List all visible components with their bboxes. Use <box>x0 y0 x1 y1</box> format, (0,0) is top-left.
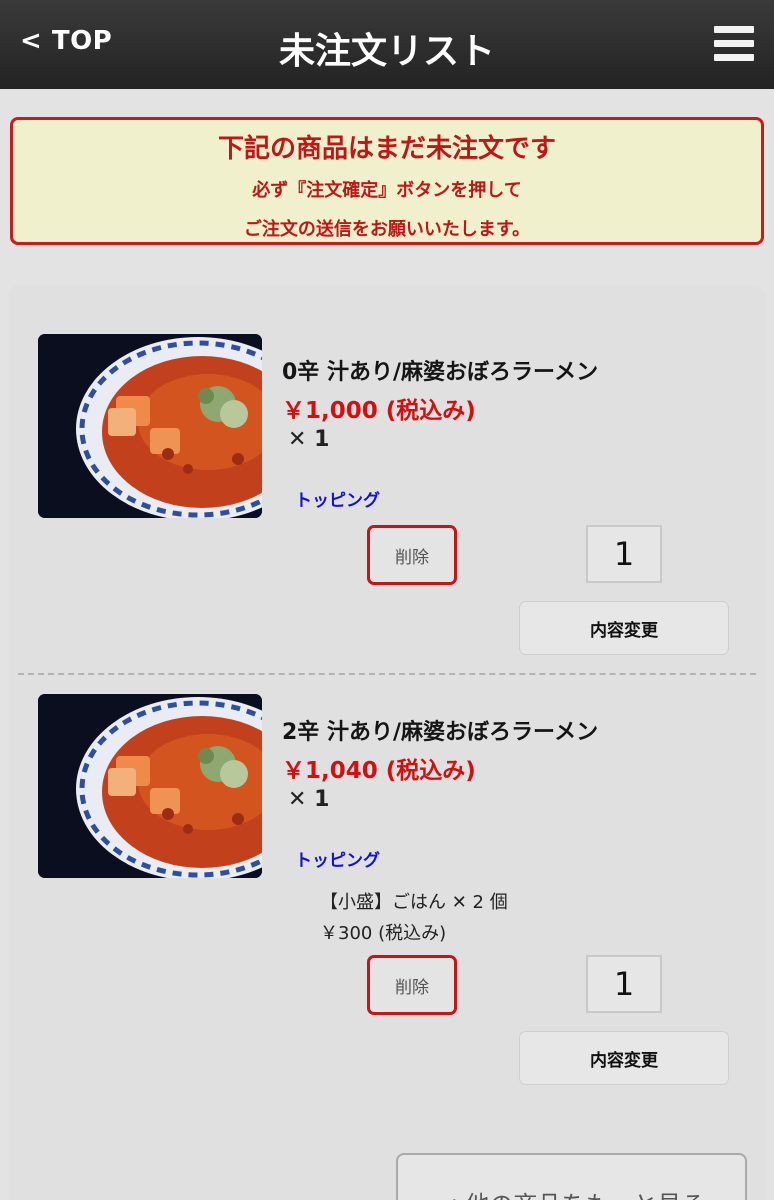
item-quantity-text: ✕ 1 <box>288 427 330 452</box>
topping-label: トッピング <box>295 491 380 511</box>
delete-button[interactable]: 削除 <box>367 525 457 585</box>
topping-price: ￥300 (税込み) <box>320 923 447 944</box>
notice-line-2: ご注文の送信をお願いいたします。 <box>243 219 531 240</box>
quantity-field[interactable]: 1 <box>586 525 662 583</box>
page-title: 未注文リスト <box>278 31 495 72</box>
hamburger-menu-icon[interactable] <box>714 26 754 62</box>
topping-name-quantity: 【小盛】ごはん ✕ 2 個 <box>320 892 508 913</box>
item-name: 0辛 汁あり/麻婆おぼろラーメン <box>282 360 599 385</box>
item-divider <box>18 673 756 675</box>
change-content-button[interactable]: 内容変更 <box>519 1031 729 1085</box>
notice-line-1: 必ず『注文確定』ボタンを押して <box>252 180 522 201</box>
item-price: ￥1,040 (税込み) <box>282 758 476 784</box>
app-header: < TOP 未注文リスト <box>0 0 774 89</box>
delete-button[interactable]: 削除 <box>367 955 457 1015</box>
item-price: ￥1,000 (税込み) <box>282 398 476 424</box>
topping-label: トッピング <box>295 851 380 871</box>
unordered-warning-notice: 下記の商品はまだ未注文です 必ず『注文確定』ボタンを押して ご注文の送信をお願い… <box>10 117 764 245</box>
change-content-button[interactable]: 内容変更 <box>519 601 729 655</box>
view-more-products-button[interactable]: < 他の商品をもっと見る <box>396 1153 747 1200</box>
ramen-photo <box>38 334 262 518</box>
notice-title: 下記の商品はまだ未注文です <box>217 134 556 164</box>
item-name: 2辛 汁あり/麻婆おぼろラーメン <box>282 720 599 745</box>
ramen-photo <box>38 694 262 878</box>
item-quantity-text: ✕ 1 <box>288 787 330 812</box>
quantity-field[interactable]: 1 <box>586 955 662 1013</box>
